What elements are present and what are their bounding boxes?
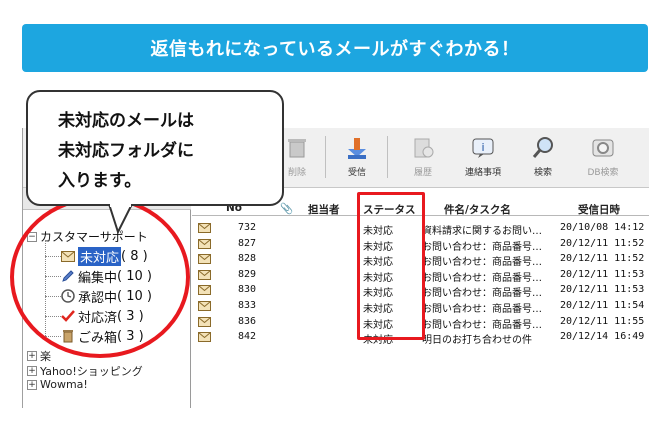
column-header-assignee[interactable]: 担当者 bbox=[308, 202, 340, 217]
mail-received: 20/10/08 14:12 bbox=[560, 222, 645, 233]
feature-banner: 返信もれになっているメールがすぐわかる！ bbox=[22, 24, 648, 72]
envelope-icon bbox=[198, 301, 211, 311]
expand-icon[interactable]: + bbox=[27, 351, 37, 361]
mail-received: 20/12/11 11:52 bbox=[560, 237, 645, 249]
receive-icon bbox=[343, 134, 371, 162]
expand-icon[interactable]: + bbox=[27, 379, 37, 390]
mail-received: 20/12/11 11:55 bbox=[560, 315, 645, 327]
delete-icon bbox=[283, 134, 311, 162]
callout-bubble: 未対応のメールは 未対応フォルダに 入ります。 bbox=[26, 90, 284, 206]
notice-icon: i bbox=[469, 134, 497, 162]
mail-subject: 明日のお打ち合わせの件 bbox=[422, 335, 532, 347]
envelope-icon bbox=[198, 254, 211, 265]
notice-button-label: 連絡事項 bbox=[464, 168, 501, 178]
mail-no: 833 bbox=[237, 300, 256, 311]
history-button-label: 履歴 bbox=[413, 168, 432, 178]
mail-no: 827 bbox=[237, 237, 256, 249]
mail-received: 20/12/11 11:54 bbox=[560, 300, 645, 311]
db-search-icon bbox=[589, 134, 617, 162]
search-button-label: 検索 bbox=[533, 168, 552, 178]
history-button[interactable]: 履歴 bbox=[395, 134, 451, 184]
status-column-highlight bbox=[357, 192, 425, 340]
mail-no: 829 bbox=[237, 268, 256, 280]
shop-group-label: 楽 bbox=[40, 350, 51, 363]
toolbar-separator bbox=[387, 136, 388, 178]
mail-no: 842 bbox=[237, 331, 256, 343]
envelope-icon bbox=[198, 316, 211, 327]
callout-line: 未対応フォルダに bbox=[58, 141, 194, 161]
shop-group-wowma[interactable]: + Wowma! bbox=[27, 378, 88, 391]
envelope-icon bbox=[198, 332, 211, 343]
history-icon bbox=[409, 134, 437, 162]
svg-text:i: i bbox=[481, 141, 484, 154]
column-header-subject[interactable]: 件名/タスク名 bbox=[444, 202, 511, 217]
mail-no: 732 bbox=[237, 222, 256, 233]
mail-no: 828 bbox=[237, 253, 256, 265]
mail-received: 20/12/11 11:53 bbox=[560, 268, 645, 280]
callout-line: 未対応のメールは bbox=[58, 111, 194, 131]
expand-icon[interactable]: + bbox=[27, 366, 37, 376]
envelope-icon bbox=[198, 285, 211, 296]
callout-line: 入ります。 bbox=[58, 171, 142, 191]
db-search-button-label: DB検索 bbox=[587, 168, 619, 178]
toolbar-separator bbox=[325, 136, 326, 178]
mail-received: 20/12/11 11:52 bbox=[560, 253, 645, 265]
column-header-attachment[interactable]: 📎 bbox=[280, 202, 293, 215]
banner-title: 返信もれになっているメールがすぐわかる！ bbox=[150, 39, 520, 60]
search-button[interactable]: 検索 bbox=[515, 134, 571, 184]
shop-group-rakuten[interactable]: + 楽 bbox=[27, 348, 51, 364]
envelope-icon bbox=[198, 223, 211, 233]
notice-button[interactable]: i 連絡事項 bbox=[455, 134, 511, 184]
mail-received: 20/12/14 16:49 bbox=[560, 331, 645, 343]
search-icon bbox=[529, 134, 557, 162]
receive-button[interactable]: 受信 bbox=[329, 134, 385, 184]
receive-button-label: 受信 bbox=[347, 168, 366, 178]
shop-group-yahoo[interactable]: + Yahoo!ショッピング bbox=[27, 363, 143, 379]
folder-highlight-circle bbox=[10, 196, 190, 358]
db-search-button[interactable]: DB検索 bbox=[575, 134, 631, 184]
column-header-received[interactable]: 受信日時 bbox=[578, 202, 620, 217]
mail-no: 830 bbox=[237, 284, 256, 296]
delete-button-label: 削除 bbox=[287, 168, 306, 178]
mail-no: 836 bbox=[237, 315, 256, 327]
shop-group-label: Wowma! bbox=[40, 378, 88, 391]
mail-received: 20/12/11 11:53 bbox=[560, 284, 645, 296]
envelope-icon bbox=[198, 238, 211, 249]
envelope-icon bbox=[198, 269, 211, 280]
shop-group-label: Yahoo!ショッピング bbox=[40, 365, 143, 378]
callout-tail bbox=[108, 204, 133, 234]
